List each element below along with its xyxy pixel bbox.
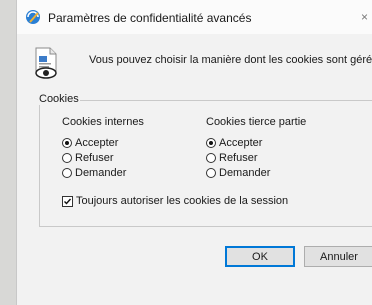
privacy-settings-icon [25,9,41,25]
radio-button[interactable] [206,152,216,163]
radio-button[interactable] [62,167,72,178]
cancel-button[interactable]: Annuler [304,246,372,267]
radio-button[interactable] [62,137,72,148]
third-party-refuse-radio[interactable]: Refuser [206,151,258,164]
third-party-header: Cookies tierce partie [206,116,307,128]
radio-label: Demander [219,166,271,179]
ok-button[interactable]: OK [225,246,295,267]
window-title: Paramètres de confidentialité avancés [48,11,252,25]
radio-button[interactable] [206,167,216,178]
privacy-settings-dialog: Paramètres de confidentialité avancés × … [16,0,372,305]
checkmark-icon [64,198,72,205]
first-party-refuse-radio[interactable]: Refuser [62,151,114,164]
first-party-header: Cookies internes [62,116,144,128]
third-party-ask-radio[interactable]: Demander [206,166,270,179]
third-party-accept-radio[interactable]: Accepter [206,136,262,149]
description-text: Vous pouvez choisir la manière dont les … [89,54,372,66]
cancel-button-label: Annuler [320,250,358,263]
radio-label: Refuser [219,151,258,164]
session-cookies-checkbox-row[interactable]: Toujours autoriser les cookies de la ses… [62,195,288,207]
radio-button[interactable] [62,152,72,163]
first-party-ask-radio[interactable]: Demander [62,166,126,179]
radio-label: Accepter [75,136,119,149]
first-party-accept-radio[interactable]: Accepter [62,136,118,149]
ok-button-label: OK [252,250,268,263]
radio-button[interactable] [206,137,216,148]
cookies-group-legend: Cookies [38,93,80,105]
session-cookies-label: Toujours autoriser les cookies de la ses… [76,195,289,207]
radio-label: Accepter [219,136,263,149]
title-bar: Paramètres de confidentialité avancés × [17,0,372,34]
session-cookies-checkbox[interactable] [62,195,73,207]
radio-label: Refuser [75,151,114,164]
close-button[interactable]: × [361,9,371,25]
radio-label: Demander [75,166,127,179]
privacy-document-eye-icon [33,47,61,79]
